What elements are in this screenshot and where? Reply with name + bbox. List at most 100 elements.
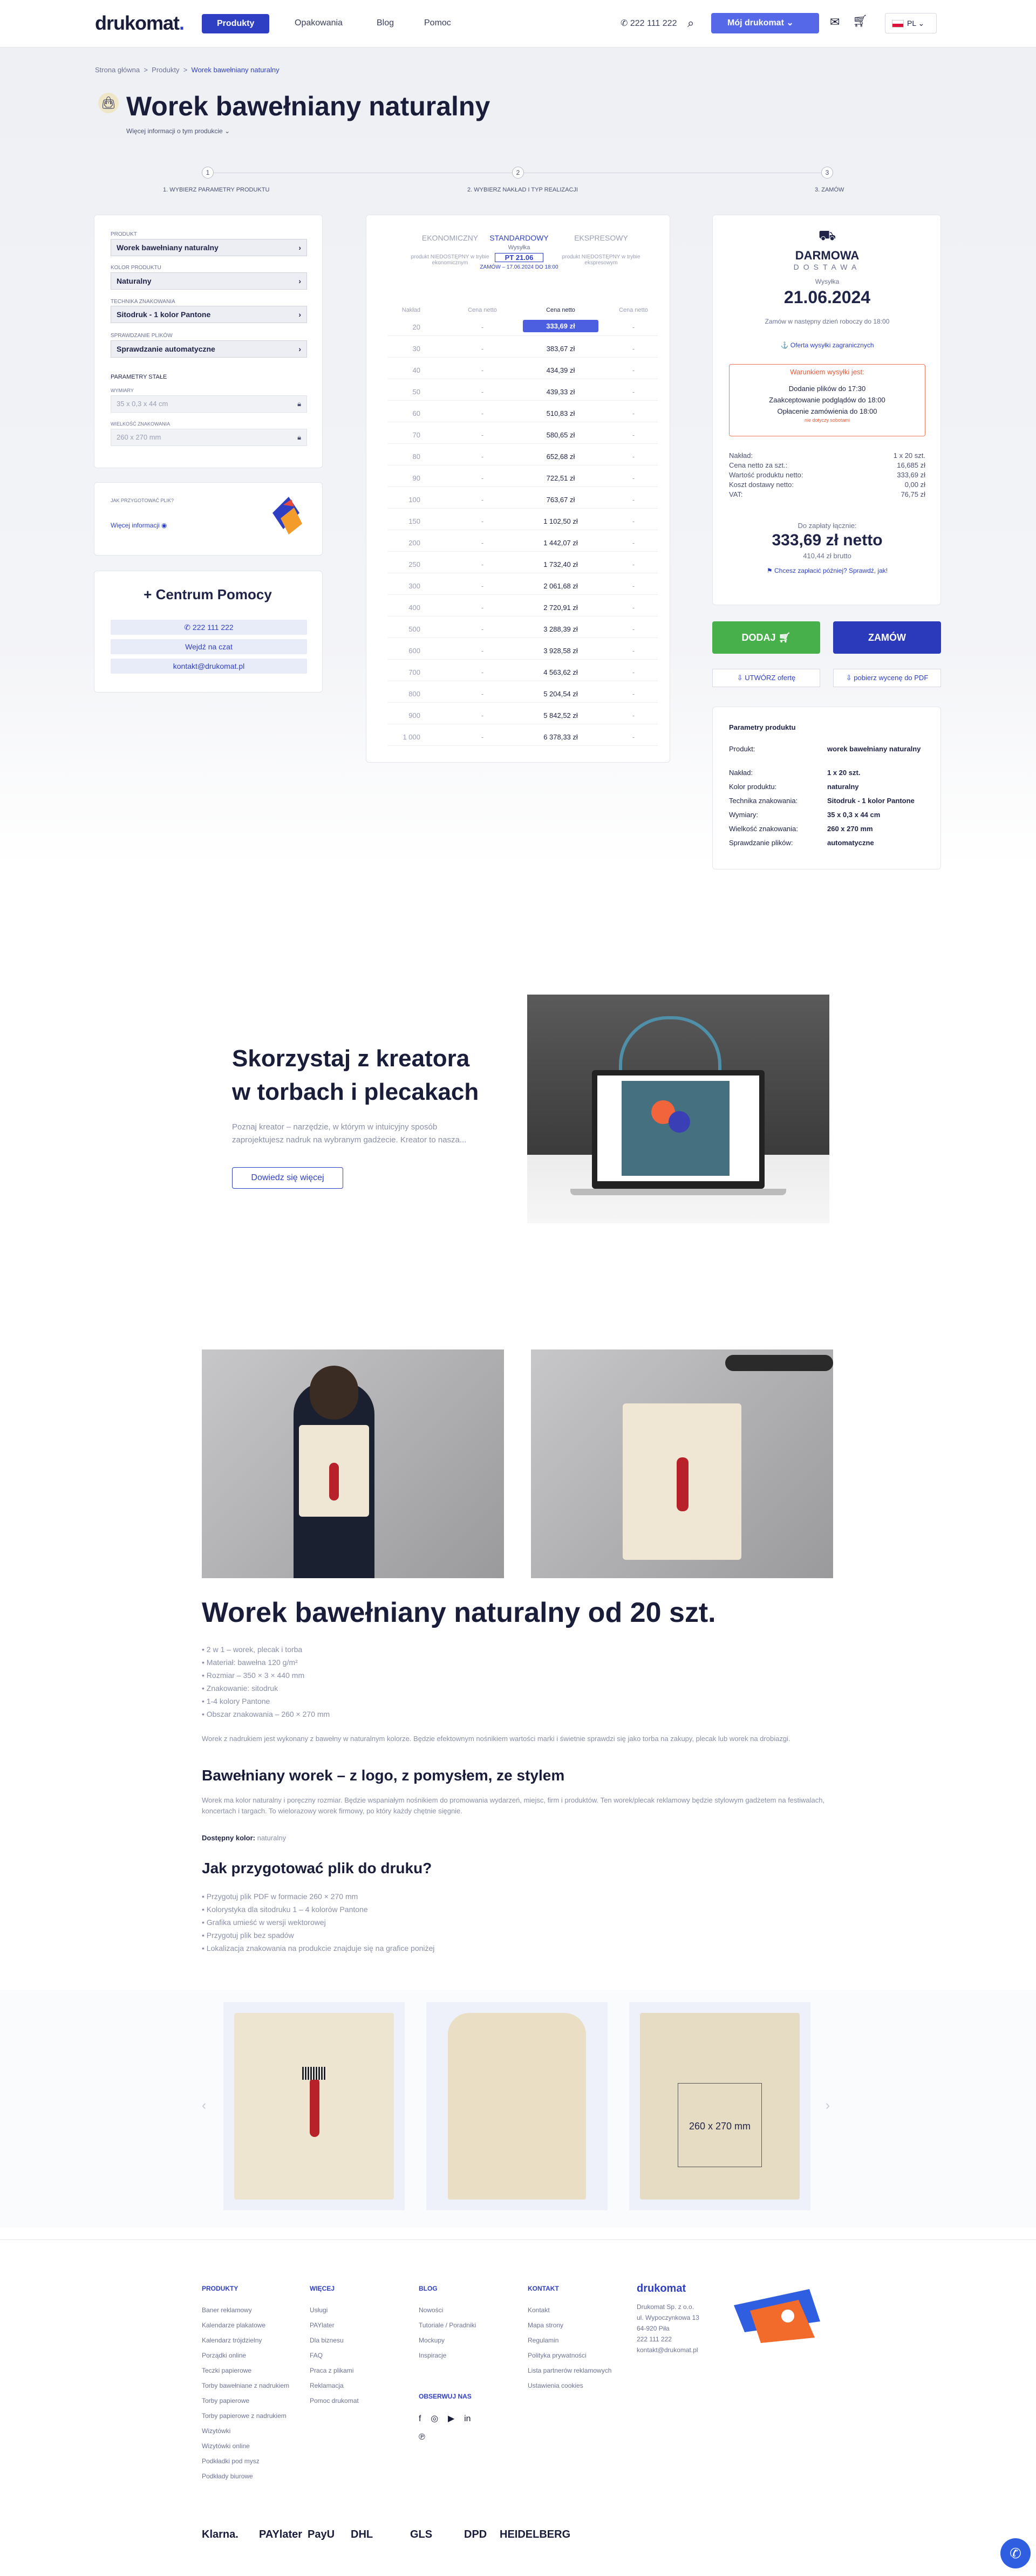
param-row: Wielkość znakowania: 260 x 270 mm xyxy=(729,825,925,833)
footer-link[interactable]: Pomoc drukomat xyxy=(310,2397,359,2404)
footer-link[interactable]: Kalendarze plakatowe xyxy=(202,2321,265,2329)
footer-link[interactable]: FAQ xyxy=(310,2352,323,2359)
footer-link[interactable]: Podkłady biurowe xyxy=(202,2472,253,2480)
table-row[interactable]: 500 - 3 288,39 zł - xyxy=(388,620,658,638)
more-info-link[interactable]: Więcej informacji o tym produkcie ⌄ xyxy=(126,127,230,135)
deferred-payment-link[interactable]: ⚑ Chcesz zapłacić później? Sprawdź, jak! xyxy=(713,567,942,574)
breadcrumb-home[interactable]: Strona główna xyxy=(95,66,140,74)
table-row[interactable]: 50 - 439,33 zł - xyxy=(388,382,658,401)
footer-link[interactable]: Inspiracje xyxy=(419,2352,446,2359)
table-cell: - xyxy=(632,345,635,353)
footer-link[interactable]: Lista partnerów reklamowych xyxy=(528,2367,611,2374)
header-phone[interactable]: ✆ 222 111 222 xyxy=(621,18,677,29)
creator-learn-more-button[interactable]: Dowiedz się więcej xyxy=(232,1167,343,1189)
footer-link[interactable]: Dla biznesu xyxy=(310,2337,344,2344)
table-row[interactable]: 700 - 4 563,62 zł - xyxy=(388,663,658,681)
footer-link[interactable]: Praca z plikami xyxy=(310,2367,353,2374)
flag-icon xyxy=(892,20,904,28)
footer-link[interactable]: Kontakt xyxy=(528,2306,550,2314)
file-check-label: SPRAWDZANIE PLIKÓW xyxy=(111,333,173,339)
instagram-icon[interactable]: ◎ xyxy=(431,2414,438,2423)
gallery-prev-icon[interactable]: ‹ xyxy=(202,2098,206,2113)
table-row[interactable]: 20 - 333,69 zł - xyxy=(388,318,658,336)
gallery-item-2[interactable] xyxy=(426,2002,608,2210)
table-row[interactable]: 90 - 722,51 zł - xyxy=(388,469,658,487)
create-offer-button[interactable]: ⇩ UTWÓRZ ofertę xyxy=(712,669,820,687)
table-row[interactable]: 250 - 1 732,40 zł - xyxy=(388,555,658,573)
help-phone[interactable]: ✆ 222 111 222 xyxy=(111,620,307,635)
footer-link[interactable]: Porządki online xyxy=(202,2352,246,2359)
table-row[interactable]: 60 - 510,83 zł - xyxy=(388,404,658,422)
add-to-cart-button[interactable]: DODAJ 🛒︎ xyxy=(712,621,820,654)
help-chat-button[interactable]: Wejdź na czat xyxy=(111,639,307,654)
footer-link[interactable]: Nowości xyxy=(419,2306,443,2314)
file-prep-link[interactable]: Więcej informacji ◉ xyxy=(111,522,167,529)
table-row[interactable]: 80 - 652,68 zł - xyxy=(388,447,658,465)
table-row[interactable]: 400 - 2 720,91 zł - xyxy=(388,598,658,616)
bullet-text: Obszar znakowania – 260 × 270 mm xyxy=(206,1710,330,1718)
summary-line-value: 16,685 zł xyxy=(897,461,925,469)
footer-link[interactable]: Torby papierowe xyxy=(202,2397,249,2404)
footer-link[interactable]: PAYlater xyxy=(310,2321,335,2329)
tab-express[interactable]: EKSPRESOWY produkt NIEDOSTĘPNY w trybie e… xyxy=(561,234,642,266)
price-table-card: EKONOMICZNY produkt NIEDOSTĘPNY w trybie … xyxy=(366,215,670,763)
nav-blog[interactable]: Blog xyxy=(377,18,394,28)
footer-link[interactable]: Usługi xyxy=(310,2306,328,2314)
footer-link[interactable]: Torby papierowe z nadrukiem xyxy=(202,2412,287,2420)
footer-link[interactable]: Torby bawełniane z nadrukiem xyxy=(202,2382,289,2389)
footer-link[interactable]: Mockupy xyxy=(419,2337,445,2344)
facebook-icon[interactable]: f xyxy=(419,2414,421,2423)
order-button[interactable]: ZAMÓW xyxy=(833,621,941,654)
chat-icon[interactable]: ✆ xyxy=(1000,2538,1031,2568)
footer-link[interactable]: Tutoriale / Poradniki xyxy=(419,2321,476,2329)
tab-standard[interactable]: STANDARDOWY Wysyłka PT 21.06 ZAMÓW – 17.… xyxy=(479,234,560,270)
table-row[interactable]: 200 - 1 442,07 zł - xyxy=(388,533,658,552)
footer-link[interactable]: Wizytówki xyxy=(202,2427,230,2435)
gallery-next-icon[interactable]: › xyxy=(826,2098,830,2113)
footer-link[interactable]: Kalendarz trójdzielny xyxy=(202,2337,262,2344)
breadcrumb-products[interactable]: Produkty xyxy=(152,66,179,74)
cart-icon[interactable]: 🛒︎ xyxy=(853,14,868,28)
table-row[interactable]: 1 000 - 6 378,33 zł - xyxy=(388,728,658,746)
download-pdf-button[interactable]: ⇩ pobierz wycenę do PDF xyxy=(833,669,941,687)
abroad-link[interactable]: ⚓ Oferta wysyłki zagranicznych xyxy=(713,341,942,349)
footer-link[interactable]: Reklamacja xyxy=(310,2382,344,2389)
footer-link[interactable]: Regulamin xyxy=(528,2337,558,2344)
file-check-select[interactable]: Sprawdzanie automatyczne › xyxy=(111,340,307,358)
product-select[interactable]: Worek bawełniany naturalny › xyxy=(111,239,307,256)
gallery-item-3[interactable]: 260 x 270 mm xyxy=(629,2002,810,2210)
nav-products-button[interactable]: Produkty xyxy=(202,14,270,33)
nav-packaging[interactable]: Opakowania xyxy=(295,18,343,28)
footer-link[interactable]: Teczki papierowe xyxy=(202,2367,251,2374)
footer-link[interactable]: Ustawienia cookies xyxy=(528,2382,583,2389)
my-account-button[interactable]: Mój drukomat ⌄ xyxy=(711,13,819,33)
lock-icon: 🔒︎ xyxy=(297,433,301,441)
table-row[interactable]: 100 - 763,67 zł - xyxy=(388,490,658,509)
table-cell: 50 xyxy=(412,388,420,396)
table-row[interactable]: 150 - 1 102,50 zł - xyxy=(388,512,658,530)
table-row[interactable]: 900 - 5 842,52 zł - xyxy=(388,706,658,724)
footer-link[interactable]: Mapa strony xyxy=(528,2321,563,2329)
help-email[interactable]: kontakt@drukomat.pl xyxy=(111,659,307,674)
search-icon[interactable]: ⌕ xyxy=(687,16,694,30)
logo[interactable]: drukomat. xyxy=(95,12,185,35)
table-row[interactable]: 600 - 3 928,58 zł - xyxy=(388,641,658,660)
gallery-item-1[interactable] xyxy=(223,2002,405,2210)
nav-help[interactable]: Pomoc xyxy=(424,18,451,28)
table-row[interactable]: 800 - 5 204,54 zł - xyxy=(388,684,658,703)
footer-link[interactable]: Baner reklamowy xyxy=(202,2306,252,2314)
pinterest-icon[interactable]: ℗ xyxy=(419,2433,471,2442)
technique-select[interactable]: Sitodruk - 1 kolor Pantone › xyxy=(111,306,307,323)
footer-link[interactable]: Wizytówki online xyxy=(202,2442,250,2450)
language-select[interactable]: PL ⌄ xyxy=(885,13,937,33)
footer-link[interactable]: Polityka prywatności xyxy=(528,2352,587,2359)
color-select[interactable]: Naturalny › xyxy=(111,272,307,290)
table-row[interactable]: 30 - 383,67 zł - xyxy=(388,339,658,358)
table-row[interactable]: 40 - 434,39 zł - xyxy=(388,361,658,379)
table-row[interactable]: 300 - 2 061,68 zł - xyxy=(388,577,658,595)
footer-link[interactable]: Podkładki pod mysz xyxy=(202,2457,260,2465)
mail-icon[interactable]: ✉ xyxy=(830,15,840,29)
linkedin-icon[interactable]: in xyxy=(464,2414,471,2423)
table-row[interactable]: 70 - 580,65 zł - xyxy=(388,426,658,444)
youtube-icon[interactable]: ▶ xyxy=(448,2414,454,2423)
